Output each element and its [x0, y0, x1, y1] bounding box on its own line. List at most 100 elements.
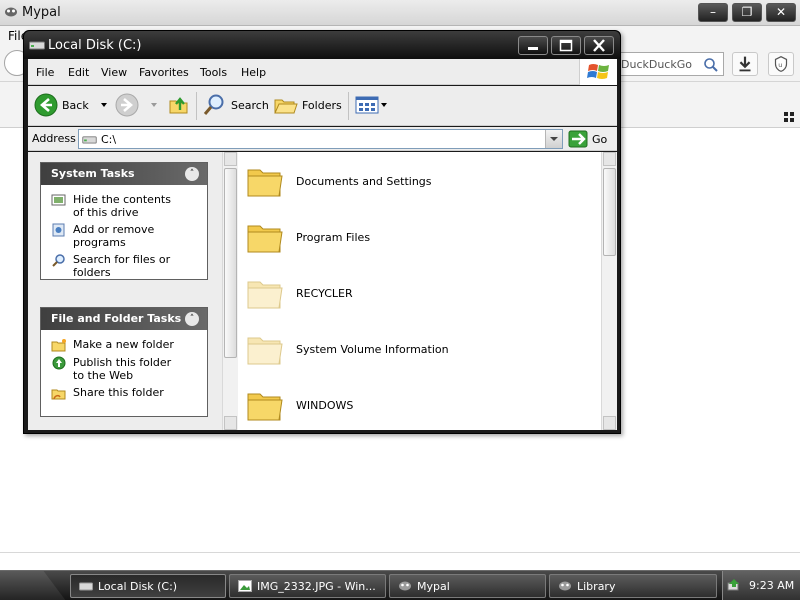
hidden-folder-icon [247, 281, 283, 309]
task-label: Add or remove programs [73, 223, 155, 249]
folder-icon [247, 169, 283, 197]
folders-button[interactable]: Folders [274, 90, 342, 120]
address-value: C:\ [101, 133, 117, 146]
address-label: Address [32, 132, 76, 145]
back-label: Back [62, 98, 89, 112]
share-folder-icon [51, 389, 66, 400]
menu-help[interactable]: Help [241, 66, 266, 79]
up-folder-button[interactable] [168, 90, 190, 120]
safely-remove-hardware-icon[interactable] [727, 578, 741, 592]
menu-view[interactable]: View [101, 66, 127, 79]
toolbar-separator [348, 92, 349, 120]
hide-contents-icon [51, 194, 66, 206]
search-icon [52, 254, 65, 267]
views-icon [355, 96, 379, 114]
explorer-close-button[interactable] [584, 36, 614, 55]
collapse-chevron-icon[interactable]: ˄ [185, 312, 199, 326]
scroll-up-arrow[interactable] [603, 152, 616, 166]
image-viewer-icon [238, 580, 252, 592]
explorer-minimize-button[interactable] [518, 36, 548, 55]
folder-recycler[interactable]: RECYCLER [246, 268, 586, 318]
task-pane: System Tasks ˄ Hide the contents of this… [28, 152, 222, 430]
mypal-status-divider [0, 552, 800, 553]
folder-system-volume-information[interactable]: System Volume Information [246, 324, 586, 374]
back-button[interactable]: Back [34, 90, 107, 120]
drive-icon [79, 582, 93, 591]
back-arrow-icon [34, 93, 58, 117]
download-arrow-icon [739, 56, 751, 72]
folder-name: System Volume Information [296, 342, 449, 356]
scroll-up-arrow[interactable] [224, 152, 237, 166]
task-hide-contents[interactable]: Hide the contents of this drive [51, 193, 201, 219]
taskbar-button-mypal[interactable]: Mypal [389, 574, 546, 598]
forward-dropdown-icon[interactable] [151, 103, 157, 107]
folder-name: WINDOWS [296, 398, 354, 412]
folder-documents-and-settings[interactable]: Documents and Settings [246, 156, 586, 206]
mypal-search-engine-label: DuckDuckGo [621, 58, 692, 71]
taskbar-label: IMG_2332.JPG - Win... [257, 579, 376, 593]
menu-favorites[interactable]: Favorites [139, 66, 189, 79]
folder-windows[interactable]: WINDOWS [246, 380, 586, 430]
back-dropdown-icon[interactable] [100, 103, 107, 107]
explorer-window: Local Disk (C:) File Edit View Favorites… [23, 30, 621, 434]
scroll-thumb[interactable] [603, 168, 616, 256]
mypal-ublock-button[interactable]: u [768, 52, 794, 76]
drive-icon [82, 136, 97, 144]
folder-name: RECYCLER [296, 286, 353, 300]
menu-file[interactable]: File [36, 66, 54, 79]
collapse-chevron-icon[interactable]: ˄ [185, 167, 199, 181]
system-tasks-header[interactable]: System Tasks ˄ [41, 163, 207, 185]
explorer-menu-bar: File Edit View Favorites Tools Help [28, 59, 617, 85]
scroll-down-arrow[interactable] [224, 416, 237, 430]
search-button[interactable]: Search [203, 90, 269, 120]
address-bar: Address C:\ Go [28, 127, 617, 151]
mypal-downloads-button[interactable] [732, 52, 758, 76]
clock[interactable]: 9:23 AM [749, 579, 794, 592]
task-label: Publish this folder to the Web [73, 356, 172, 382]
mypal-title-bar[interactable]: Mypal – ❐ ✕ [0, 0, 800, 26]
task-publish-web[interactable]: Publish this folder to the Web [51, 356, 201, 382]
file-list: Documents and Settings Program Files REC… [238, 152, 601, 430]
file-list-scrollbar[interactable] [601, 152, 617, 430]
explorer-title: Local Disk (C:) [48, 38, 142, 53]
address-dropdown-button[interactable] [545, 130, 562, 148]
taskbar-button-local-disk[interactable]: Local Disk (C:) [70, 574, 226, 598]
folder-program-files[interactable]: Program Files [246, 212, 586, 262]
chevron-down-icon [550, 137, 558, 141]
file-folder-tasks-header[interactable]: File and Folder Tasks ˄ [41, 308, 207, 330]
task-label: Share this folder [73, 386, 164, 399]
address-input[interactable]: C:\ [78, 129, 563, 149]
menu-edit[interactable]: Edit [68, 66, 89, 79]
views-dropdown-icon[interactable] [381, 103, 387, 107]
mypal-restore-button[interactable]: ❐ [732, 3, 762, 22]
forward-button[interactable] [115, 90, 157, 120]
explorer-maximize-button[interactable] [551, 36, 581, 55]
folder-name: Documents and Settings [296, 174, 432, 188]
go-button[interactable]: Go [568, 129, 607, 149]
menu-tools[interactable]: Tools [200, 66, 227, 79]
mypal-close-button[interactable]: ✕ [766, 3, 796, 22]
go-arrow-icon [568, 130, 588, 148]
task-new-folder[interactable]: Make a new folder [51, 338, 201, 352]
start-button[interactable] [0, 571, 66, 600]
grid-menu-icon[interactable] [784, 112, 794, 122]
taskbar-label: Local Disk (C:) [98, 579, 178, 593]
taskbar-button-image-viewer[interactable]: IMG_2332.JPG - Win... [229, 574, 386, 598]
windows-flag-icon [587, 64, 609, 79]
taskbar-label: Mypal [417, 579, 450, 593]
system-tasks-panel: System Tasks ˄ Hide the contents of this… [40, 162, 208, 280]
minimize-icon: – [710, 5, 716, 19]
toolbar-separator [196, 92, 197, 120]
up-folder-icon [169, 97, 188, 114]
explorer-title-bar[interactable]: Local Disk (C:) [24, 31, 620, 59]
taskbar-button-library[interactable]: Library [549, 574, 717, 598]
scroll-thumb[interactable] [224, 168, 237, 358]
views-button[interactable] [355, 90, 387, 120]
task-search-files[interactable]: Search for files or folders [51, 253, 201, 279]
scroll-down-arrow[interactable] [603, 416, 616, 430]
task-add-remove-programs[interactable]: Add or remove programs [51, 223, 201, 249]
taskbar: Local Disk (C:) IMG_2332.JPG - Win... My… [0, 570, 800, 600]
task-pane-scrollbar[interactable] [222, 152, 238, 430]
mypal-minimize-button[interactable]: – [698, 3, 728, 22]
task-share-folder[interactable]: Share this folder [51, 386, 201, 400]
